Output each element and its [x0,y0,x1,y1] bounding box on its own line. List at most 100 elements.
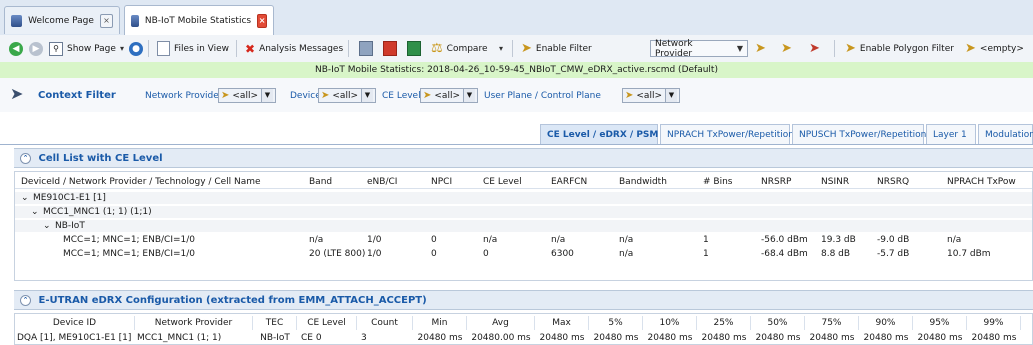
column-header[interactable]: Avg [467,316,535,330]
tree-row-technology[interactable]: ⌄ NB-IoT [15,220,1032,232]
filter-add-button[interactable]: ➤ [778,38,795,59]
column-header[interactable]: Network Provider [135,316,253,330]
column-header[interactable]: TEC [253,316,297,330]
ce-level-filter[interactable]: ➤ <all> ▼ [420,88,478,103]
tab-label: Welcome Page [28,15,94,26]
chevron-down-icon[interactable]: ⌄ [21,192,29,204]
column-header[interactable]: 75% [805,316,859,330]
tree-row-device[interactable]: ⌄ ME910C1-E1 [1] [15,192,1032,204]
compare-dropdown[interactable]: ▾ [496,38,506,59]
column-header[interactable]: 90% [859,316,913,330]
edrx-section-header[interactable]: ⌃ E-UTRAN eDRX Configuration (extracted … [14,290,1033,310]
column-header[interactable]: CE Level [483,176,522,188]
chevron-down-icon[interactable]: ▼ [665,89,677,102]
column-header[interactable]: Count [357,316,413,330]
column-header[interactable]: 5% [589,316,643,330]
files-in-view-button[interactable]: Files in View [154,38,232,59]
column-header[interactable]: Device ID [15,316,135,330]
filter-select[interactable]: Network Provider ▼ [650,39,748,59]
polygon-select-button[interactable]: ➤ <empty> [962,38,1027,59]
filter-apply-button[interactable]: ➤ [752,38,769,59]
user-plane-filter[interactable]: ➤ <all> ▼ [622,88,680,103]
column-header[interactable]: EARFCN [551,176,587,188]
column-header[interactable]: NRSRP [761,176,791,188]
filter-value: <all> [636,90,662,101]
analysis-messages-button[interactable]: ✖ Analysis Messages [242,38,346,59]
column-header[interactable]: DeviceId / Network Provider / Technology… [21,176,261,188]
column-header[interactable]: 10% [643,316,697,330]
tree-row-provider[interactable]: ⌄ MCC1_MNC1 (1; 1) (1;1) [15,206,1032,218]
nrsrq-value: -9.0 dB [877,235,910,245]
column-header[interactable]: NSINR [821,176,849,188]
tab-ce-level-edrx-psm[interactable]: CE Level / eDRX / PSM [540,124,658,144]
chevron-down-icon[interactable]: ▼ [463,89,475,102]
column-header[interactable]: 25% [697,316,751,330]
earfcn-value: 6300 [551,249,574,259]
column-header[interactable]: NPCI [431,176,452,188]
column-header[interactable]: 95% [913,316,967,330]
column-header[interactable]: Max [535,316,589,330]
back-arrow-icon: ◀ [9,41,23,56]
filter-icon: ➤ [625,90,634,101]
column-header[interactable]: eNB/CI [367,176,397,188]
p99-value: 20480 ms [971,333,1017,343]
enable-filter-button[interactable]: ➤ Enable Filter [518,38,595,59]
back-button[interactable]: ◀ [6,38,26,59]
p95-value: 20480 ms [917,333,963,343]
column-header[interactable]: Min [413,316,467,330]
filter-icon: ➤ [321,90,330,101]
cell-list-section-header[interactable]: ⌃ Cell List with CE Level [14,148,1033,168]
globe-button[interactable]: ● [126,38,146,59]
pdf-export-button[interactable] [380,38,400,59]
tab-npusch-txpower[interactable]: NPUSCH TxPower/Repetitions [792,124,931,144]
chevron-down-icon[interactable]: ▼ [261,89,273,102]
filter-value: <all> [434,90,460,101]
column-header[interactable]: Band [309,176,332,188]
chevron-down-icon[interactable]: ⌄ [43,220,51,232]
enable-polygon-filter-button[interactable]: ➤ Enable Polygon Filter [842,38,957,59]
column-header[interactable]: # Bins [703,176,732,188]
nsinr-value: 8.8 dB [821,249,851,259]
p75-value: 20480 ms [809,333,855,343]
nprach-txpow-value: n/a [947,235,962,245]
compare-button[interactable]: ⚖ Compare [428,38,490,59]
column-header[interactable]: NPRACH TxPow [947,176,1016,188]
close-tab-icon[interactable]: × [99,13,113,28]
table-row[interactable]: MCC=1; MNC=1; ENB/CI=1/0 20 (LTE 800) 1/… [15,248,1032,260]
column-header[interactable]: NRSRQ [877,176,909,188]
forward-button[interactable]: ▶ [26,38,46,59]
excel-export-button[interactable] [404,38,424,59]
nprach-txpow-value: 10.7 dBm [947,249,991,259]
device-filter[interactable]: ➤ <all> ▼ [318,88,376,103]
chevron-down-icon[interactable]: ▼ [361,89,373,102]
p25-value: 20480 ms [701,333,747,343]
tab-modulation[interactable]: Modulation [978,124,1033,144]
pdf-icon [383,41,397,56]
filter-label-network-provider: Network Provider [145,91,223,101]
column-header[interactable]: Bandwidth [619,176,667,188]
table-header-row: DeviceId / Network Provider / Technology… [15,176,1032,189]
table-row[interactable]: MCC=1; MNC=1; ENB/CI=1/0 n/a 1/0 0 n/a n… [15,234,1032,246]
band-value: n/a [309,235,324,245]
column-header[interactable]: 50% [751,316,805,330]
close-tab-icon[interactable]: × [257,13,267,28]
chevron-down-icon: ▼ [736,44,743,53]
column-header[interactable]: CE Level [297,316,357,330]
network-provider-filter[interactable]: ➤ <all> ▼ [218,88,276,103]
page-icon [11,14,23,27]
tab-layer-1[interactable]: Layer 1 [926,124,976,144]
collapse-icon[interactable]: ⌃ [20,152,31,164]
column-header[interactable]: 99% [967,316,1021,330]
filter-value: <all> [332,90,358,101]
edrx-title: E-UTRAN eDRX Configuration (extracted fr… [38,295,427,306]
collapse-icon[interactable]: ⌃ [20,294,31,306]
report-button[interactable] [356,38,376,59]
report-icon [359,41,373,56]
tab-nbiot-mobile-statistics[interactable]: NB-IoT Mobile Statistics × [124,5,274,35]
tab-nprach-txpower[interactable]: NPRACH TxPower/Repetitions [660,124,799,144]
show-page-button[interactable]: ⚲ Show Page ▾ [46,38,127,59]
tab-welcome-page[interactable]: Welcome Page × [4,6,120,34]
filter-remove-button[interactable]: ➤ [806,38,823,59]
cell-list-title: Cell List with CE Level [38,153,163,164]
chevron-down-icon[interactable]: ⌄ [31,206,39,218]
